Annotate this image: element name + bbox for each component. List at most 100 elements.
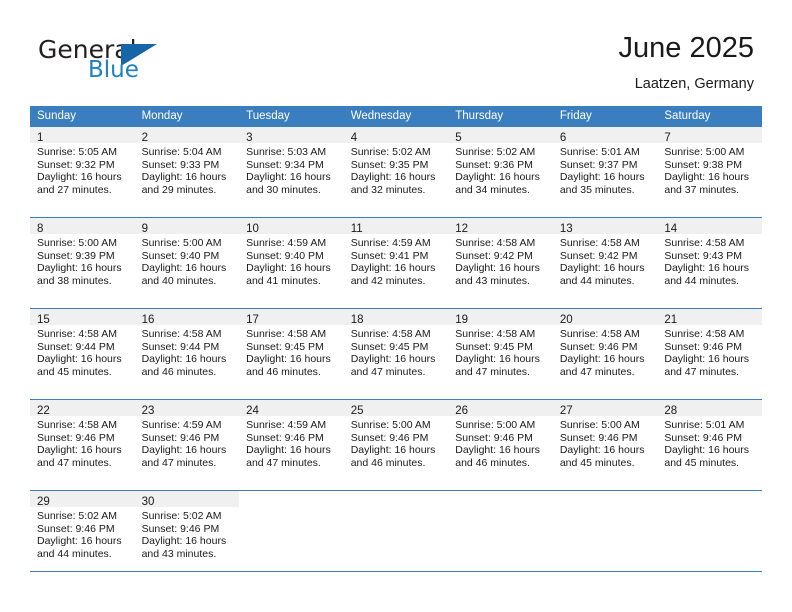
calendar-day-cell[interactable]: 19 Sunrise: 4:58 AM Sunset: 9:45 PM Dayligh…: [448, 308, 553, 391]
calendar-page: General Blue June 2025 Laatzen, Germany …: [0, 0, 792, 612]
day-number-band: 28: [657, 400, 762, 417]
day-number: 8: [37, 223, 44, 235]
weekday-header-monday: Monday: [134, 106, 240, 127]
day-number-band: 9: [134, 218, 240, 235]
calendar-day-cell[interactable]: 1 Sunrise: 5:05 AM Sunset: 9:32 PM Daylight…: [30, 127, 135, 209]
daylight-text-line1: Daylight: 16 hours: [559, 353, 645, 366]
page-header: General Blue June 2025 Laatzen, Germany: [0, 0, 792, 100]
calendar-day-cell[interactable]: 6 Sunrise: 5:01 AM Sunset: 9:37 PM Daylight…: [552, 127, 658, 209]
day-number-band: 19: [448, 309, 553, 326]
calendar-row-spacer: [30, 391, 762, 400]
day-number-band: 6: [552, 127, 658, 144]
sunrise-text: Sunrise: 4:58 AM: [141, 328, 222, 340]
calendar-day-cell[interactable]: 11 Sunrise: 4:59 AM Sunset: 9:41 PM Dayligh…: [343, 217, 449, 300]
daylight-text-line1: Daylight: 16 hours: [455, 262, 540, 275]
calendar-week-row: 1 Sunrise: 5:05 AM Sunset: 9:32 PM Daylight…: [30, 127, 762, 209]
sunset-text: Sunset: 9:34 PM: [246, 158, 324, 171]
sunrise-text: Sunrise: 4:58 AM: [664, 328, 745, 340]
calendar-day-cell[interactable]: 5 Sunrise: 5:02 AM Sunset: 9:36 PM Daylight…: [448, 127, 553, 209]
day-cell-inner: 21 Sunrise: 4:58 AM Sunset: 9:46 PM Dayligh…: [657, 309, 762, 391]
calendar-day-cell[interactable]: 20 Sunrise: 4:58 AM Sunset: 9:46 PM Dayligh…: [552, 308, 658, 391]
day-details: Sunrise: 4:59 AM Sunset: 9:46 PM Daylight:…: [135, 416, 240, 469]
day-number-band: 7: [657, 127, 762, 144]
daylight-text-line2: and 47 minutes.: [37, 456, 112, 469]
daylight-text-line1: Daylight: 16 hours: [141, 171, 227, 184]
day-number: 2: [141, 132, 148, 144]
weekday-header-saturday: Saturday: [657, 106, 762, 127]
daylight-text-line2: and 46 minutes.: [350, 456, 426, 469]
day-details: Sunrise: 4:58 AM Sunset: 9:46 PM Daylight:…: [553, 325, 658, 378]
sunset-text: Sunset: 9:45 PM: [246, 340, 324, 353]
calendar-day-cell[interactable]: 9 Sunrise: 5:00 AM Sunset: 9:40 PM Daylight…: [134, 217, 240, 300]
sunset-text: Sunset: 9:33 PM: [141, 158, 220, 171]
daylight-text-line2: and 45 minutes.: [664, 456, 740, 469]
calendar-table: Sunday Monday Tuesday Wednesday Thursday…: [30, 106, 762, 573]
calendar-day-cell[interactable]: 16 Sunrise: 4:58 AM Sunset: 9:44 PM Dayligh…: [134, 308, 240, 391]
day-cell-inner: 3 Sunrise: 5:03 AM Sunset: 9:34 PM Daylight…: [239, 127, 344, 209]
day-number-band: 13: [552, 218, 658, 235]
calendar-day-cell[interactable]: 12 Sunrise: 4:58 AM Sunset: 9:42 PM Dayligh…: [448, 217, 553, 300]
day-number-band: 3: [239, 127, 344, 144]
daylight-text-line2: and 45 minutes.: [37, 365, 112, 378]
calendar-day-cell[interactable]: 2 Sunrise: 5:04 AM Sunset: 9:33 PM Daylight…: [134, 127, 240, 209]
calendar-day-cell[interactable]: 27 Sunrise: 5:00 AM Sunset: 9:46 PM Dayligh…: [552, 399, 658, 482]
calendar-row-spacer-cell: [30, 209, 762, 218]
calendar-day-cell[interactable]: 22 Sunrise: 4:58 AM Sunset: 9:46 PM Dayligh…: [30, 399, 135, 482]
sunset-text: Sunset: 9:36 PM: [455, 158, 533, 171]
daylight-text-line1: Daylight: 16 hours: [350, 444, 436, 457]
day-cell-inner: 29 Sunrise: 5:02 AM Sunset: 9:46 PM Dayligh…: [30, 491, 135, 573]
sunset-text: Sunset: 9:40 PM: [141, 249, 220, 262]
day-number: 1: [37, 132, 44, 144]
calendar-day-cell[interactable]: 25 Sunrise: 5:00 AM Sunset: 9:46 PM Dayligh…: [343, 399, 449, 482]
calendar-day-cell[interactable]: 21 Sunrise: 4:58 AM Sunset: 9:46 PM Dayligh…: [657, 308, 762, 391]
calendar-day-cell[interactable]: 28 Sunrise: 5:01 AM Sunset: 9:46 PM Dayligh…: [657, 399, 762, 482]
calendar-day-cell[interactable]: 4 Sunrise: 5:02 AM Sunset: 9:35 PM Daylight…: [343, 127, 449, 209]
calendar-day-cell[interactable]: 7 Sunrise: 5:00 AM Sunset: 9:38 PM Daylight…: [657, 127, 762, 209]
calendar-day-cell[interactable]: 29 Sunrise: 5:02 AM Sunset: 9:46 PM Dayligh…: [30, 490, 135, 573]
day-cell-inner: [344, 491, 449, 573]
calendar-day-cell[interactable]: 13 Sunrise: 4:58 AM Sunset: 9:42 PM Dayligh…: [552, 217, 658, 300]
calendar-day-cell[interactable]: 24 Sunrise: 4:59 AM Sunset: 9:46 PM Dayligh…: [239, 399, 344, 482]
day-number: 4: [350, 132, 358, 144]
day-number: 16: [141, 314, 155, 326]
sunset-text: Sunset: 9:46 PM: [246, 431, 324, 444]
sunrise-text: Sunrise: 4:59 AM: [246, 237, 327, 249]
sunset-text: Sunset: 9:46 PM: [141, 431, 220, 444]
daylight-text-line2: and 30 minutes.: [246, 183, 321, 196]
day-cell-inner: 16 Sunrise: 4:58 AM Sunset: 9:44 PM Dayligh…: [134, 309, 240, 391]
calendar-day-cell[interactable]: 18 Sunrise: 4:58 AM Sunset: 9:45 PM Dayligh…: [343, 308, 449, 391]
day-number: 20: [559, 314, 573, 326]
day-details: Sunrise: 5:00 AM Sunset: 9:39 PM Daylight:…: [30, 234, 135, 287]
day-number: 9: [141, 223, 148, 235]
day-number-band: 15: [30, 309, 135, 326]
daylight-text-line2: and 38 minutes.: [37, 274, 112, 287]
brand-logo[interactable]: General Blue: [38, 36, 278, 86]
day-details: Sunrise: 5:00 AM Sunset: 9:46 PM Daylight:…: [448, 416, 553, 469]
calendar-day-cell[interactable]: 3 Sunrise: 5:03 AM Sunset: 9:34 PM Daylight…: [239, 127, 344, 209]
sunrise-text: Sunrise: 4:58 AM: [37, 328, 117, 340]
calendar-day-cell[interactable]: 15 Sunrise: 4:58 AM Sunset: 9:44 PM Dayligh…: [30, 308, 135, 391]
day-cell-inner: [448, 491, 553, 573]
sunrise-text: Sunrise: 5:01 AM: [664, 419, 745, 431]
day-number-band: [553, 491, 658, 507]
calendar-day-cell[interactable]: 17 Sunrise: 4:58 AM Sunset: 9:45 PM Dayligh…: [239, 308, 344, 391]
day-details: Sunrise: 5:00 AM Sunset: 9:38 PM Daylight:…: [657, 143, 762, 196]
daylight-text-line1: Daylight: 16 hours: [37, 171, 122, 184]
day-cell-inner: 24 Sunrise: 4:59 AM Sunset: 9:46 PM Dayligh…: [239, 400, 344, 482]
sunrise-text: Sunrise: 4:58 AM: [664, 237, 745, 249]
calendar-day-cell[interactable]: 26 Sunrise: 5:00 AM Sunset: 9:46 PM Dayligh…: [448, 399, 553, 482]
daylight-text-line1: Daylight: 16 hours: [37, 262, 122, 275]
daylight-text-line2: and 47 minutes.: [246, 456, 321, 469]
calendar-week-row: 29 Sunrise: 5:02 AM Sunset: 9:46 PM Dayligh…: [30, 490, 762, 573]
sunrise-text: Sunrise: 5:02 AM: [350, 146, 431, 158]
day-details: Sunrise: 4:58 AM Sunset: 9:46 PM Daylight:…: [30, 416, 135, 469]
sunset-text: Sunset: 9:42 PM: [559, 249, 638, 262]
day-cell-inner: 1 Sunrise: 5:05 AM Sunset: 9:32 PM Daylight…: [30, 127, 135, 209]
daylight-text-line1: Daylight: 16 hours: [37, 353, 122, 366]
calendar-day-cell[interactable]: 10 Sunrise: 4:59 AM Sunset: 9:40 PM Dayligh…: [239, 217, 344, 300]
calendar-day-cell[interactable]: 23 Sunrise: 4:59 AM Sunset: 9:46 PM Dayligh…: [134, 399, 240, 482]
calendar-day-cell[interactable]: 30 Sunrise: 5:02 AM Sunset: 9:46 PM Dayligh…: [134, 490, 240, 573]
calendar-day-cell[interactable]: 14 Sunrise: 4:58 AM Sunset: 9:43 PM Dayligh…: [657, 217, 762, 300]
day-number-band: [239, 491, 344, 507]
calendar-day-cell[interactable]: 8 Sunrise: 5:00 AM Sunset: 9:39 PM Daylight…: [30, 217, 135, 300]
